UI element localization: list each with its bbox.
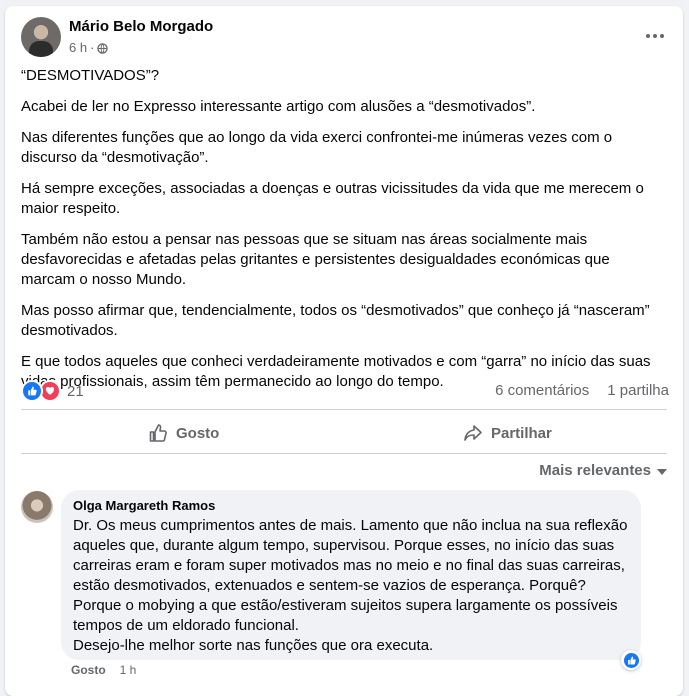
comments-sort-label: Mais relevantes [539,462,651,479]
like-button-label: Gosto [176,424,220,442]
globe-icon [97,42,109,54]
thumbs-up-icon [149,424,167,442]
comment-bubble: Olga Margareth Ramos Dr. Os meus cumprim… [61,490,641,660]
post-paragraph: Nas diferentes funções que ao longo da v… [21,129,613,166]
post-meta: 6 h · [69,40,109,55]
post-body: “DESMOTIVADOS”? Acabei de ler no Express… [21,66,667,403]
comment-line: tempos de um eldorado funcional. [73,617,299,634]
like-reaction-icon [21,380,43,402]
comment-line: carreiras eram e foram super motivados m… [73,557,625,574]
share-arrow-icon [464,425,482,441]
comments-count-link[interactable]: 6 comentários [495,382,589,399]
share-button[interactable]: Partilhar [463,418,552,448]
dot-icon [660,34,664,38]
comment-like-button[interactable]: Gosto [71,663,106,677]
comment-author[interactable]: Olga Margareth Ramos [73,498,215,513]
comment-line: Porque o mobying a que estão/estiveram s… [73,597,618,614]
caret-down-icon [657,468,667,475]
more-options-button[interactable] [641,22,669,50]
comment-reaction-badge[interactable] [621,650,641,670]
commenter-avatar[interactable] [21,491,53,523]
comment-line: Desejo-lhe melhor sorte nas funções que … [73,637,434,654]
comments-sort-dropdown[interactable]: Mais relevantes [539,462,667,479]
divider [21,409,667,410]
comment-text: Dr. Os meus cumprimentos antes de mais. … [73,516,633,656]
like-button[interactable]: Gosto [148,418,219,448]
post-time[interactable]: 6 h [69,40,87,55]
reactions-summary[interactable]: 21 [21,380,84,402]
comment-time[interactable]: 1 h [120,663,137,677]
share-button-label: Partilhar [491,424,552,442]
post-paragraph: “DESMOTIVADOS”? [21,67,160,84]
comment-line: Dr. Os meus cumprimentos antes de mais. … [73,517,628,534]
comment-line: aqueles que, durante algum tempo, superv… [73,537,615,554]
divider [21,453,667,454]
like-reaction-icon [623,652,639,668]
post-paragraph: Também não estou a pensar nas pessoas qu… [21,231,610,288]
comment-actions: Gosto 1 h [71,663,136,677]
post-paragraph: Há sempre exceções, associadas a doenças… [21,180,644,217]
comment-line: estão desmotivados, extenuados e sentem-… [73,577,586,594]
reaction-count: 21 [67,382,84,400]
post-paragraph: Mas posso afirmar que, tendencialmente, … [21,302,650,339]
post-author[interactable]: Mário Belo Morgado [69,18,213,35]
post-card: Mário Belo Morgado 6 h · “DESMOTIVADOS”?… [5,6,683,696]
dot-icon [653,34,657,38]
dot-icon [646,34,650,38]
author-avatar[interactable] [21,17,61,57]
shares-count-link[interactable]: 1 partilha [607,382,669,399]
post-stats: 6 comentários 1 partilha [495,382,669,399]
post-paragraph: Acabei de ler no Expresso interessante a… [21,98,536,115]
meta-separator: · [90,40,95,55]
